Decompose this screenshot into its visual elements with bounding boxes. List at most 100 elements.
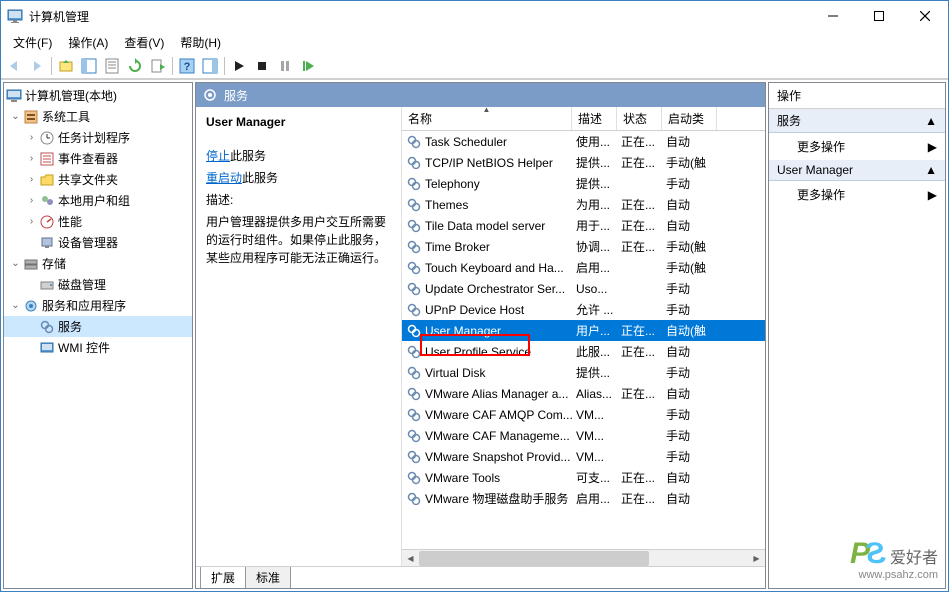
service-row[interactable]: User Profile Service此服...正在...自动 [402, 341, 765, 362]
tree-item[interactable]: 服务 [4, 316, 192, 337]
service-row[interactable]: Time Broker协调...正在...手动(触 [402, 236, 765, 257]
svg-text:?: ? [184, 61, 191, 73]
tree-item[interactable]: ›共享文件夹 [4, 169, 192, 190]
service-gear-icon [406, 260, 422, 276]
tree-group[interactable]: ⌄服务和应用程序 [4, 295, 192, 316]
service-row[interactable]: VMware CAF AMQP Com...VM...手动 [402, 404, 765, 425]
restart-service-link[interactable]: 重启动 [206, 171, 242, 185]
expand-toggle[interactable]: › [24, 132, 39, 143]
service-gear-icon [406, 470, 422, 486]
tree-item[interactable]: WMI 控件 [4, 337, 192, 358]
close-button[interactable] [902, 1, 948, 31]
tree-item[interactable]: ›任务计划程序 [4, 127, 192, 148]
service-gear-icon [406, 491, 422, 507]
tree-panel[interactable]: 计算机管理(本地) ⌄系统工具›任务计划程序›事件查看器›共享文件夹›本地用户和… [3, 82, 193, 589]
item-icon [39, 235, 55, 251]
app-icon [7, 8, 23, 24]
service-row[interactable]: User Manager用户...正在...自动(触 [402, 320, 765, 341]
item-icon [39, 172, 55, 188]
show-hide-tree-button[interactable] [78, 55, 100, 77]
refresh-button[interactable] [124, 55, 146, 77]
expand-toggle[interactable]: › [24, 216, 39, 227]
col-status[interactable]: 状态 [617, 107, 662, 130]
start-service-button[interactable] [228, 55, 250, 77]
horizontal-scrollbar[interactable]: ◀ ▶ [402, 549, 765, 566]
service-rows[interactable]: Task Scheduler使用...正在...自动TCP/IP NetBIOS… [402, 131, 765, 549]
item-icon [39, 277, 55, 293]
up-button[interactable] [55, 55, 77, 77]
tree-item[interactable]: ›性能 [4, 211, 192, 232]
help-button[interactable]: ? [176, 55, 198, 77]
service-row[interactable]: Touch Keyboard and Ha...启用...手动(触 [402, 257, 765, 278]
service-row[interactable]: Tile Data model server用于...正在...自动 [402, 215, 765, 236]
folder-icon [23, 256, 39, 272]
restart-service-button[interactable] [297, 55, 319, 77]
folder-icon [23, 298, 39, 314]
col-startup-type[interactable]: 启动类 [662, 107, 717, 130]
nav-back-button [3, 55, 25, 77]
item-icon [39, 193, 55, 209]
tree-root[interactable]: 计算机管理(本地) [4, 85, 192, 106]
expand-toggle[interactable]: › [24, 153, 39, 164]
expand-toggle[interactable]: ⌄ [8, 258, 23, 269]
service-row[interactable]: VMware CAF Manageme...VM...手动 [402, 425, 765, 446]
scroll-right-button[interactable]: ▶ [748, 550, 765, 566]
col-description[interactable]: 描述 [572, 107, 617, 130]
menu-help[interactable]: 帮助(H) [172, 32, 229, 53]
app-window: 计算机管理 文件(F) 操作(A) 查看(V) 帮助(H) ? [0, 0, 949, 592]
scroll-left-button[interactable]: ◀ [402, 550, 419, 566]
expand-toggle[interactable]: ⌄ [8, 111, 23, 122]
expand-toggle[interactable]: › [24, 174, 39, 185]
service-row[interactable]: UPnP Device Host允许 ...手动 [402, 299, 765, 320]
col-name[interactable]: 名称▲ [402, 107, 572, 130]
tree-item[interactable]: ›事件查看器 [4, 148, 192, 169]
service-row[interactable]: Themes为用...正在...自动 [402, 194, 765, 215]
actions-section-services[interactable]: 服务 ▲ [769, 109, 945, 133]
sort-arrow-icon: ▲ [483, 107, 491, 114]
service-row[interactable]: VMware Snapshot Provid...VM...手动 [402, 446, 765, 467]
actions-title: 操作 [769, 83, 945, 109]
properties-button[interactable] [101, 55, 123, 77]
tree-item[interactable]: 磁盘管理 [4, 274, 192, 295]
export-button[interactable] [147, 55, 169, 77]
actions-panel: 操作 服务 ▲ 更多操作 ▶ User Manager ▲ 更多操作 ▶ [768, 82, 946, 589]
service-row[interactable]: VMware Alias Manager a...Alias...正在...自动 [402, 383, 765, 404]
tree-item[interactable]: 设备管理器 [4, 232, 192, 253]
tab-standard[interactable]: 标准 [245, 567, 291, 589]
selected-service-name: User Manager [206, 115, 391, 129]
toolbar: ? [1, 53, 948, 79]
service-gear-icon [406, 155, 422, 171]
service-description-pane: User Manager 停止此服务 重启动此服务 描述: 用户管理器提供多用户… [196, 107, 401, 566]
service-row[interactable]: Update Orchestrator Ser...Uso...手动 [402, 278, 765, 299]
service-gear-icon [406, 197, 422, 213]
expand-toggle[interactable]: ⌄ [8, 300, 23, 311]
service-gear-icon [406, 407, 422, 423]
collapse-icon: ▲ [925, 114, 937, 128]
service-row[interactable]: Telephony提供...手动 [402, 173, 765, 194]
service-row[interactable]: VMware 物理磁盘助手服务启用...正在...自动 [402, 488, 765, 509]
maximize-button[interactable] [856, 1, 902, 31]
computer-icon [6, 88, 22, 104]
menu-view[interactable]: 查看(V) [116, 32, 172, 53]
actions-more-2[interactable]: 更多操作 ▶ [769, 181, 945, 208]
menu-action[interactable]: 操作(A) [60, 32, 116, 53]
service-row[interactable]: TCP/IP NetBIOS Helper提供...正在...手动(触 [402, 152, 765, 173]
menu-file[interactable]: 文件(F) [5, 32, 60, 53]
service-row[interactable]: VMware Tools可支...正在...自动 [402, 467, 765, 488]
tree-group[interactable]: ⌄存储 [4, 253, 192, 274]
expand-toggle[interactable]: › [24, 195, 39, 206]
actions-more-1[interactable]: 更多操作 ▶ [769, 133, 945, 160]
service-row[interactable]: Task Scheduler使用...正在...自动 [402, 131, 765, 152]
service-row[interactable]: Virtual Disk提供...手动 [402, 362, 765, 383]
tree-item[interactable]: ›本地用户和组 [4, 190, 192, 211]
show-hide-action-button[interactable] [199, 55, 221, 77]
tree-group[interactable]: ⌄系统工具 [4, 106, 192, 127]
tab-extended[interactable]: 扩展 [200, 567, 246, 589]
description-text: 用户管理器提供多用户交互所需要的运行时组件。如果停止此服务，某些应用程序可能无法… [206, 213, 391, 267]
actions-section-selected[interactable]: User Manager ▲ [769, 160, 945, 181]
stop-service-link[interactable]: 停止 [206, 149, 230, 163]
pause-service-button [274, 55, 296, 77]
service-gear-icon [406, 428, 422, 444]
minimize-button[interactable] [810, 1, 856, 31]
stop-service-button[interactable] [251, 55, 273, 77]
